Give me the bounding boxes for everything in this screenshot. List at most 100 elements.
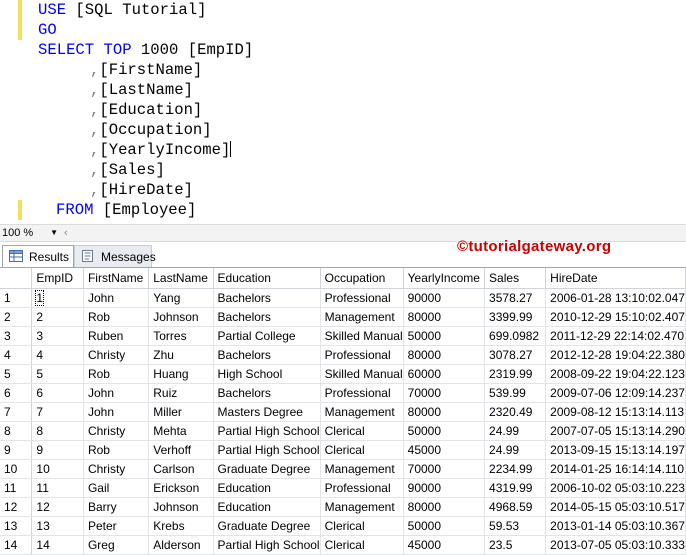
column-header[interactable]: Occupation <box>320 268 404 289</box>
grid-cell[interactable]: Mehta <box>148 421 214 441</box>
grid-cell[interactable]: 2009-07-06 12:09:14.237 <box>545 383 686 403</box>
row-number[interactable]: 13 <box>0 516 33 536</box>
grid-cell[interactable]: 3578.27 <box>484 288 547 308</box>
table-row[interactable]: 14 14 Greg Alderson Partial High School Cleri… <box>0 535 686 555</box>
grid-cell[interactable]: Professional <box>320 288 404 308</box>
grid-cell[interactable]: 2006-01-28 13:10:02.047 <box>545 288 686 308</box>
grid-cell[interactable]: 80000 <box>403 402 486 422</box>
row-number[interactable]: 3 <box>0 326 33 346</box>
grid-cell[interactable]: Christy <box>83 459 150 479</box>
grid-cell[interactable]: 539.99 <box>484 383 547 403</box>
grid-cell[interactable]: Torres <box>148 326 214 346</box>
grid-cell[interactable]: Bachelors <box>213 345 321 365</box>
grid-cell[interactable]: Professional <box>320 383 404 403</box>
table-row[interactable]: 11 11 Gail Erickson Education Professional 900… <box>0 478 686 498</box>
grid-cell[interactable]: 2009-08-12 15:13:14.113 <box>545 402 686 422</box>
grid-cell[interactable]: Management <box>320 402 404 422</box>
grid-cell[interactable]: Clerical <box>320 440 404 460</box>
row-number[interactable]: 2 <box>0 307 33 327</box>
grid-cell[interactable]: 3078.27 <box>484 345 547 365</box>
grid-cell[interactable]: Greg <box>83 535 150 555</box>
table-row[interactable]: 3 3 Ruben Torres Partial College Skilled Manu… <box>0 326 686 346</box>
grid-cell[interactable]: 45000 <box>403 535 486 555</box>
grid-cell[interactable]: 6 <box>31 383 84 403</box>
tab-messages[interactable]: Messages <box>74 245 156 267</box>
zoom-dropdown[interactable]: 100 % ▼ <box>2 226 60 240</box>
grid-cell[interactable]: 2013-01-14 05:03:10.367 <box>545 516 686 536</box>
row-number[interactable]: 10 <box>0 459 33 479</box>
table-row[interactable]: 12 12 Barry Johnson Education Management 80000… <box>0 497 686 517</box>
row-number[interactable]: 5 <box>0 364 33 384</box>
grid-cell[interactable]: Graduate Degree <box>213 516 321 536</box>
table-row[interactable]: 9 9 Rob Verhoff Partial High School Clerical 4… <box>0 440 686 460</box>
grid-cell[interactable]: 7 <box>31 402 84 422</box>
row-number[interactable]: 8 <box>0 421 33 441</box>
column-header[interactable]: Education <box>213 268 321 289</box>
grid-cell[interactable]: 50000 <box>403 326 486 346</box>
column-header[interactable]: LastName <box>148 268 214 289</box>
grid-cell[interactable]: 699.0982 <box>484 326 547 346</box>
grid-cell[interactable]: 9 <box>31 440 84 460</box>
grid-cell[interactable]: 12 <box>31 497 84 517</box>
grid-cell[interactable]: Rob <box>83 440 150 460</box>
grid-cell[interactable]: 2234.99 <box>484 459 547 479</box>
grid-cell[interactable]: Professional <box>320 478 404 498</box>
row-number[interactable]: 6 <box>0 383 33 403</box>
grid-cell[interactable]: Management <box>320 497 404 517</box>
grid-cell[interactable]: Zhu <box>148 345 214 365</box>
grid-cell[interactable]: John <box>83 383 150 403</box>
row-number[interactable]: 9 <box>0 440 33 460</box>
grid-cell[interactable]: Rob <box>83 364 150 384</box>
grid-cell[interactable]: Professional <box>320 345 404 365</box>
grid-cell[interactable]: 24.99 <box>484 421 547 441</box>
grid-cell[interactable]: Management <box>320 307 404 327</box>
grid-cell[interactable]: 80000 <box>403 307 486 327</box>
grid-cell[interactable]: John <box>83 402 150 422</box>
grid-cell[interactable]: 70000 <box>403 459 486 479</box>
grid-cell[interactable]: 2319.99 <box>484 364 547 384</box>
row-number[interactable]: 11 <box>0 478 33 498</box>
grid-cell[interactable]: 2013-07-05 05:03:10.333 <box>545 535 686 555</box>
grid-cell[interactable]: Management <box>320 459 404 479</box>
grid-cell[interactable]: Ruben <box>83 326 150 346</box>
grid-cell[interactable]: Partial High School <box>213 535 321 555</box>
column-header[interactable]: FirstName <box>83 268 150 289</box>
grid-cell[interactable]: Bachelors <box>213 288 321 308</box>
grid-cell[interactable]: High School <box>213 364 321 384</box>
grid-cell[interactable]: Gail <box>83 478 150 498</box>
row-number[interactable]: 1 <box>0 288 33 308</box>
grid-cell[interactable]: 11 <box>31 478 84 498</box>
tab-results[interactable]: Results <box>2 245 74 267</box>
grid-cell[interactable]: Alderson <box>148 535 214 555</box>
grid-cell[interactable]: 1 <box>31 288 84 308</box>
grid-cell[interactable]: 70000 <box>403 383 486 403</box>
select-all-corner[interactable] <box>0 268 33 289</box>
grid-cell[interactable]: 80000 <box>403 497 486 517</box>
column-header[interactable]: YearlyIncome <box>403 268 486 289</box>
grid-cell[interactable]: Bachelors <box>213 383 321 403</box>
grid-cell[interactable]: 8 <box>31 421 84 441</box>
table-row[interactable]: 7 7 John Miller Masters Degree Management 8000… <box>0 402 686 422</box>
grid-cell[interactable]: Clerical <box>320 535 404 555</box>
grid-cell[interactable]: 2010-12-29 15:10:02.407 <box>545 307 686 327</box>
grid-cell[interactable]: 23.5 <box>484 535 547 555</box>
row-number[interactable]: 12 <box>0 497 33 517</box>
results-grid[interactable]: EmpID FirstName LastName Education Occup… <box>0 267 686 555</box>
grid-cell[interactable]: 2014-01-25 16:14:14.110 <box>545 459 686 479</box>
grid-cell[interactable]: Graduate Degree <box>213 459 321 479</box>
table-row[interactable]: 1 1 John Yang Bachelors Professional 90000 3578… <box>0 288 686 308</box>
column-header[interactable]: HireDate <box>545 268 686 289</box>
grid-cell[interactable]: 13 <box>31 516 84 536</box>
grid-cell[interactable]: 50000 <box>403 516 486 536</box>
grid-cell[interactable]: 45000 <box>403 440 486 460</box>
table-row[interactable]: 6 6 John Ruiz Bachelors Professional 70000 539.… <box>0 383 686 403</box>
grid-cell[interactable]: John <box>83 288 150 308</box>
grid-cell[interactable]: 2013-09-15 15:13:14.197 <box>545 440 686 460</box>
grid-cell[interactable]: 10 <box>31 459 84 479</box>
grid-cell[interactable]: Johnson <box>148 307 214 327</box>
grid-cell[interactable]: 90000 <box>403 288 486 308</box>
grid-cell[interactable]: 60000 <box>403 364 486 384</box>
grid-cell[interactable]: Christy <box>83 345 150 365</box>
table-row[interactable]: 2 2 Rob Johnson Bachelors Management 80000 3399… <box>0 307 686 327</box>
grid-cell[interactable]: Skilled Manual <box>320 326 404 346</box>
